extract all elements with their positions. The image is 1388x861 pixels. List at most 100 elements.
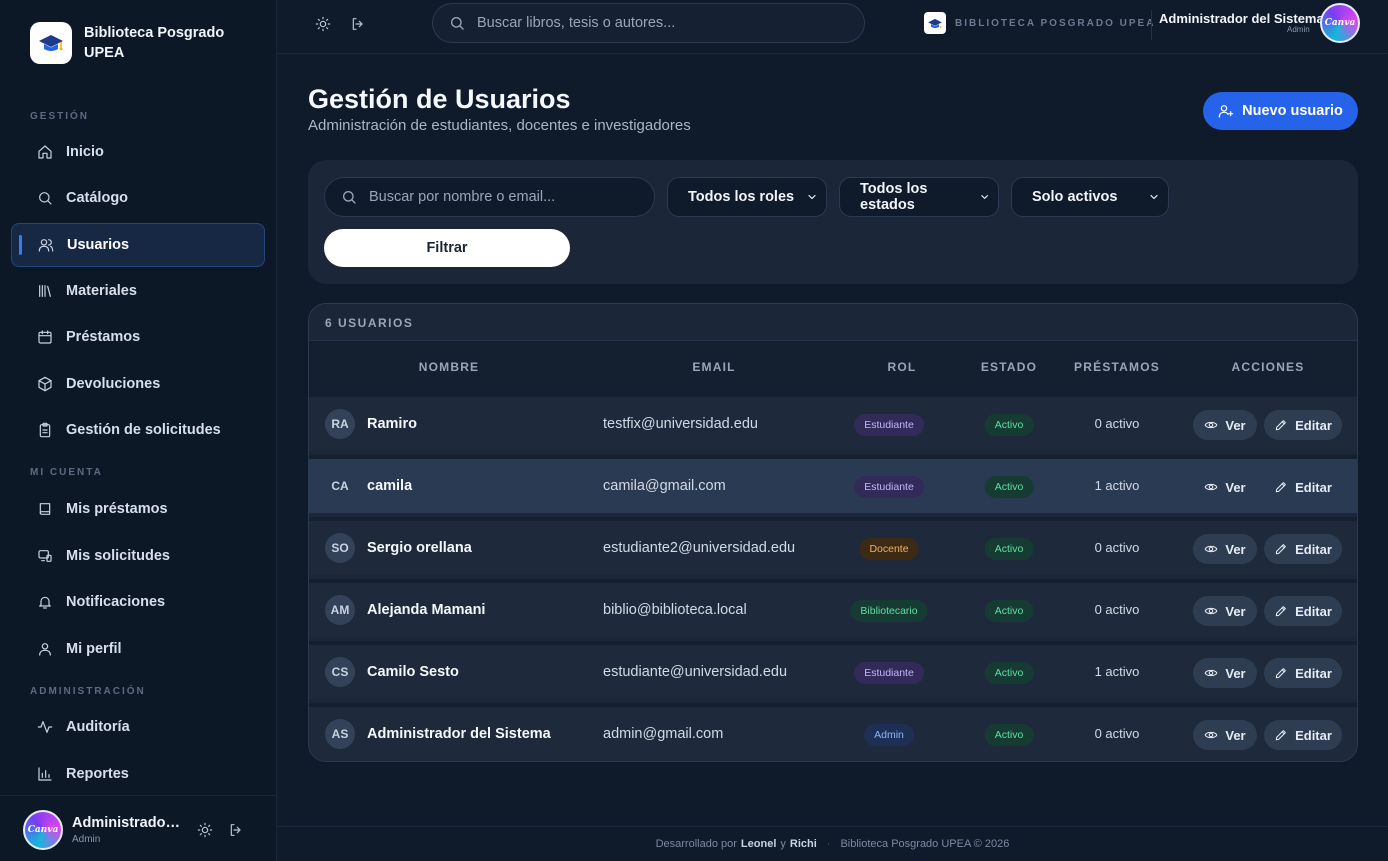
role-badge: Estudiante [854, 414, 924, 436]
edit-button[interactable]: Editar [1264, 658, 1342, 688]
role-badge: Bibliotecario [850, 600, 928, 622]
edit-button[interactable]: Editar [1264, 534, 1342, 564]
status-select[interactable]: Todos los estados [839, 177, 999, 217]
edit-button[interactable]: Editar [1264, 410, 1342, 440]
sidebar: Biblioteca Posgrado UPEA GESTIÓN Inicio … [0, 0, 277, 861]
role-badge: Docente [859, 538, 919, 560]
role-select[interactable]: Todos los roles [667, 177, 827, 217]
sidebar-item-label: Préstamos [66, 329, 141, 345]
new-user-label: Nuevo usuario [1242, 103, 1343, 119]
user-initials-avatar: CA [331, 479, 349, 493]
user-email: admin@gmail.com [603, 726, 724, 742]
sidebar-item-auditoria[interactable]: Auditoría [11, 705, 265, 749]
view-button[interactable]: Ver [1193, 472, 1257, 502]
user-name: Alejanda Mamani [367, 602, 486, 618]
view-button[interactable]: Ver [1193, 658, 1257, 688]
table-row[interactable]: AM Alejanda Mamani biblio@biblioteca.local… [309, 579, 1357, 637]
global-search[interactable] [432, 3, 865, 43]
view-button[interactable]: Ver [1193, 410, 1257, 440]
sidebar-item-reportes[interactable]: Reportes [11, 752, 265, 796]
sidebar-item-gestion-solicitudes[interactable]: Gestión de solicitudes [11, 408, 265, 452]
loans-count: 1 activo [1094, 664, 1140, 679]
sidebar-item-label: Devoluciones [66, 376, 161, 392]
users-icon [38, 237, 54, 253]
table-row[interactable]: RA Ramiro testfix@universidad.edu Estudiant… [309, 393, 1357, 451]
avatar-text: Canva [27, 825, 59, 835]
edit-label: Editar [1295, 479, 1332, 495]
footer-prefix: Desarrollado por [655, 838, 737, 850]
brand[interactable]: Biblioteca Posgrado UPEA [30, 22, 244, 64]
user-email: estudiante2@universidad.edu [603, 540, 796, 556]
user-name: Camilo Sesto [367, 664, 459, 680]
pencil-icon [1275, 482, 1286, 493]
status-badge: Activo [984, 476, 1034, 498]
user-search-input[interactable] [369, 189, 639, 205]
search-icon [451, 17, 464, 30]
edit-button[interactable]: Editar [1264, 472, 1342, 502]
edit-button[interactable]: Editar [1264, 596, 1342, 626]
sidebar-item-materiales[interactable]: Materiales [11, 269, 265, 313]
column-header-name[interactable]: NOMBRE [419, 360, 480, 374]
column-header-role[interactable]: ROL [888, 360, 917, 374]
view-button[interactable]: Ver [1193, 534, 1257, 564]
user-search[interactable] [324, 177, 655, 217]
view-label: Ver [1225, 541, 1246, 557]
global-search-input[interactable] [477, 15, 837, 31]
loans-count: 0 activo [1094, 540, 1140, 555]
sidebar-item-notificaciones[interactable]: Notificaciones [11, 580, 265, 624]
column-header-loans[interactable]: PRÉSTAMOS [1074, 360, 1160, 374]
sidebar-item-mis-prestamos[interactable]: Mis préstamos [11, 487, 265, 531]
table-row[interactable]: SO Sergio orellana estudiante2@universidad… [309, 517, 1357, 575]
sidebar-item-label: Auditoría [66, 719, 130, 735]
table-row[interactable]: AS Administrador del Sistema admin@gmail.c… [309, 703, 1357, 761]
book-icon [37, 501, 53, 517]
sidebar-item-label: Gestión de solicitudes [66, 422, 221, 438]
view-button[interactable]: Ver [1193, 596, 1257, 626]
avatar[interactable]: Canva [23, 810, 63, 850]
sidebar-item-label: Inicio [66, 144, 104, 160]
role-badge: Estudiante [854, 662, 924, 684]
active-select-value: Solo activos [1032, 189, 1118, 205]
pencil-icon [1275, 544, 1286, 555]
active-select[interactable]: Solo activos [1011, 177, 1169, 217]
logout-icon[interactable] [227, 821, 245, 839]
status-badge: Activo [984, 538, 1034, 560]
sidebar-item-label: Mis solicitudes [66, 548, 170, 564]
table-row[interactable]: CS Camilo Sesto estudiante@universidad.edu… [309, 641, 1357, 699]
table-row[interactable]: CA camila camila@gmail.com Estudiante Activo… [309, 455, 1357, 513]
view-button[interactable]: Ver [1193, 720, 1257, 750]
avatar[interactable]: Canva [1320, 3, 1360, 43]
sidebar-item-mis-solicitudes[interactable]: Mis solicitudes [11, 534, 265, 578]
top-brand-text: BIBLIOTECA POSGRADO UPEA [955, 17, 1156, 29]
sidebar-item-mi-perfil[interactable]: Mi perfil [11, 627, 265, 671]
sidebar-item-devoluciones[interactable]: Devoluciones [11, 362, 265, 406]
sidebar-item-label: Reportes [66, 766, 129, 782]
chevron-down-icon [980, 195, 988, 199]
sidebar-item-prestamos[interactable]: Préstamos [11, 315, 265, 359]
theme-toggle-sun-icon[interactable] [196, 821, 214, 839]
sidebar-item-usuarios[interactable]: Usuarios [11, 223, 265, 267]
filter-button[interactable]: Filtrar [324, 229, 570, 267]
user-initials-avatar: RA [325, 409, 355, 439]
user-name: Sergio orellana [367, 540, 472, 556]
pencil-icon [1275, 420, 1286, 431]
sidebar-item-catalogo[interactable]: Catálogo [11, 176, 265, 220]
home-icon [37, 144, 53, 160]
user-icon [37, 641, 53, 657]
sidebar-item-inicio[interactable]: Inicio [11, 130, 265, 174]
user-plus-icon [1218, 105, 1234, 118]
section-label-gestion: GESTIÓN [30, 111, 90, 122]
eye-icon [1205, 421, 1218, 429]
activity-icon [37, 719, 53, 735]
new-user-button[interactable]: Nuevo usuario [1203, 92, 1358, 130]
user-email: camila@gmail.com [603, 478, 726, 494]
theme-toggle-sun-icon[interactable] [313, 14, 333, 34]
column-header-status[interactable]: ESTADO [981, 360, 1037, 374]
edit-button[interactable]: Editar [1264, 720, 1342, 750]
column-header-email[interactable]: EMAIL [692, 360, 735, 374]
eye-icon [1205, 669, 1218, 677]
package-icon [37, 376, 53, 392]
user-name: camila [367, 478, 413, 494]
chart-icon [37, 766, 53, 782]
logout-icon[interactable] [348, 14, 368, 34]
